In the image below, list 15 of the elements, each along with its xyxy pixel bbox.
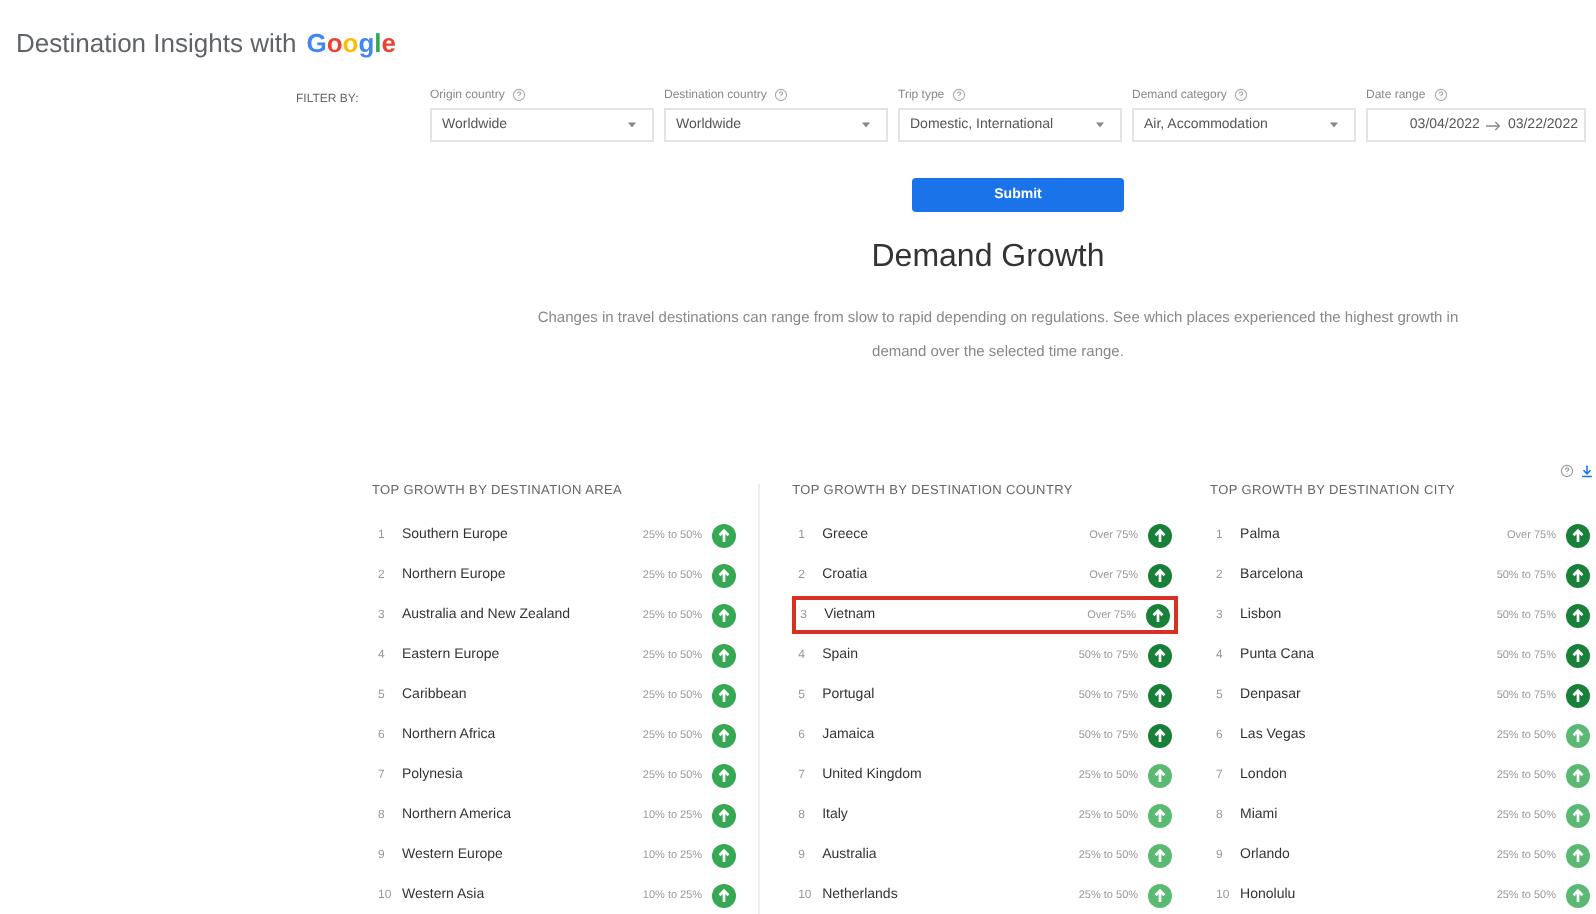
page-title: Destination Insights with xyxy=(16,28,297,58)
caret-icon xyxy=(628,122,636,128)
help-icon[interactable] xyxy=(952,88,967,102)
logo: Google xyxy=(306,28,397,58)
section-heading: Demand Growth xyxy=(869,240,1107,276)
help-icon[interactable] xyxy=(512,88,527,102)
help-icon[interactable] xyxy=(1234,88,1249,102)
help-icon[interactable] xyxy=(1433,88,1448,102)
caret-icon xyxy=(862,122,870,128)
arrow-icon xyxy=(1485,119,1502,131)
download-icon[interactable] xyxy=(1580,464,1594,478)
help-icon[interactable] xyxy=(774,88,789,102)
caret-icon xyxy=(1330,122,1338,128)
help-icon[interactable] xyxy=(1560,464,1574,478)
caret-icon xyxy=(1096,122,1104,128)
